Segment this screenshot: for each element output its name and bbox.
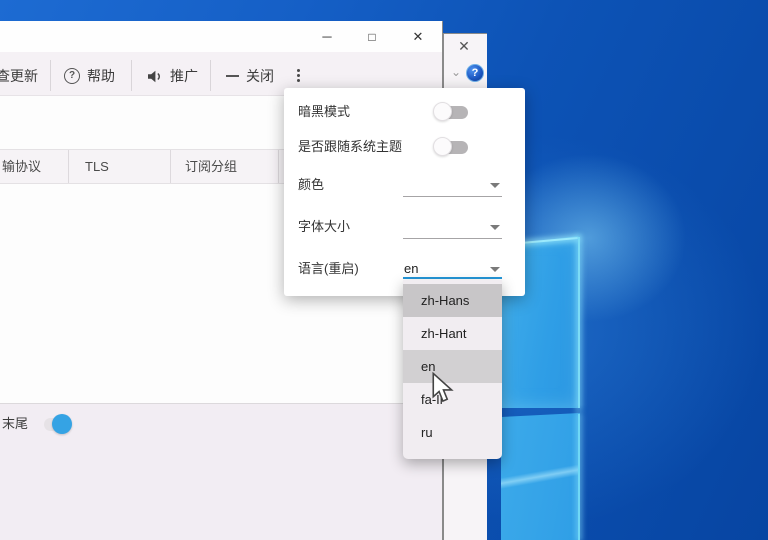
dark-mode-toggle[interactable] xyxy=(433,102,469,122)
column-divider xyxy=(278,150,279,183)
windows-logo-glow-edge xyxy=(578,414,580,540)
more-options-icon[interactable] xyxy=(293,67,303,87)
chevron-down-icon[interactable]: ⌄ xyxy=(449,64,463,80)
windows-logo-pane-bottom-right xyxy=(501,413,580,540)
check-update-menu[interactable]: 查更新 xyxy=(0,66,38,86)
help-icon[interactable]: ? xyxy=(466,64,484,82)
maximize-button[interactable]: □ xyxy=(350,24,394,50)
toolbar-divider xyxy=(50,60,51,91)
dark-mode-label: 暗黑模式 xyxy=(298,102,350,122)
dropdown-item-ru[interactable]: ru xyxy=(403,416,502,449)
font-size-label: 字体大小 xyxy=(298,217,350,237)
toggle-knob xyxy=(52,414,72,434)
dropdown-item-zh-hans[interactable]: zh-Hans xyxy=(403,284,502,317)
chevron-down-icon[interactable] xyxy=(490,225,500,230)
color-combobox[interactable] xyxy=(403,196,502,197)
speaker-icon xyxy=(147,70,163,88)
status-toggle-on[interactable] xyxy=(42,412,76,436)
column-header-tls[interactable]: TLS xyxy=(85,156,109,178)
status-label: 末尾 xyxy=(2,414,28,434)
column-divider xyxy=(170,150,171,183)
minimize-button[interactable]: ─ xyxy=(305,24,349,50)
close-button[interactable]: ✕ xyxy=(396,24,440,50)
close-icon[interactable]: ✕ xyxy=(456,38,472,54)
font-size-combobox[interactable] xyxy=(403,238,502,239)
column-header-subscription-group[interactable]: 订阅分组 xyxy=(185,156,237,178)
toolbar-divider xyxy=(131,60,132,91)
chevron-down-icon[interactable] xyxy=(490,183,500,188)
follow-system-theme-label: 是否跟随系统主题 xyxy=(298,137,402,157)
dropdown-item-zh-hant[interactable]: zh-Hant xyxy=(403,317,502,350)
promotion-menu[interactable]: 推广 xyxy=(170,66,198,86)
toggle-knob xyxy=(433,102,452,121)
windows-logo-glow-edge xyxy=(578,237,580,408)
help-menu[interactable]: 帮助 xyxy=(87,66,115,86)
chevron-down-icon[interactable] xyxy=(490,267,500,272)
close-menu[interactable]: 关闭 xyxy=(246,66,274,86)
color-label: 颜色 xyxy=(298,175,324,195)
help-circle-icon: ? xyxy=(64,68,80,84)
toggle-knob xyxy=(433,137,452,156)
minus-icon xyxy=(226,75,239,77)
mouse-cursor xyxy=(430,372,454,409)
follow-system-theme-toggle[interactable] xyxy=(433,137,469,157)
language-combobox-value[interactable]: en xyxy=(404,259,418,279)
screen: ✕ ⌄ ? ─ □ ✕ 查更新 ? 帮助 推广 关闭 输协议 TLS 订阅分组 … xyxy=(0,0,768,540)
language-combobox-underline xyxy=(403,277,502,279)
language-label: 语言(重启) xyxy=(298,259,359,279)
column-header-transport-protocol[interactable]: 输协议 xyxy=(2,156,41,178)
column-divider xyxy=(68,150,69,183)
toolbar-divider xyxy=(210,60,211,91)
